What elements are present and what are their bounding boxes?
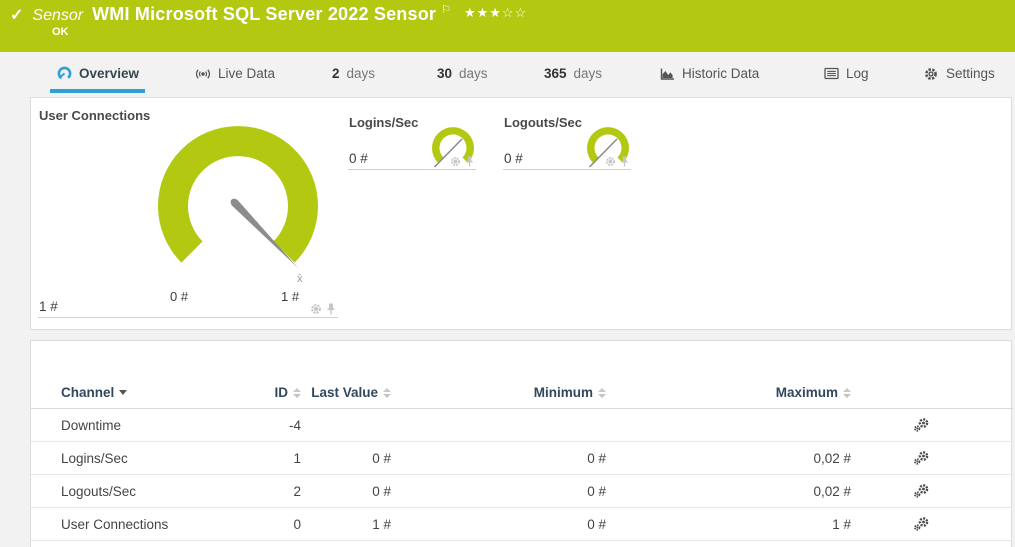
gauge-max-label: 1 # (281, 289, 299, 304)
gauge-logouts-sec[interactable]: Logouts/Sec 0 # (503, 113, 631, 170)
cell-maximum: 0,02 # (606, 484, 851, 499)
tab-live-data-label: Live Data (218, 66, 275, 81)
overview-gauges-panel: User Connections 0 # 1 # x̄ 1 # (30, 97, 1012, 330)
gauge-pin-icon[interactable] (620, 156, 629, 167)
tab-30-days[interactable]: 30 days (437, 52, 488, 95)
tab-historic-data[interactable]: Historic Data (659, 52, 759, 95)
tab-log-label: Log (846, 66, 869, 81)
column-header-minimum[interactable]: Minimum (391, 385, 606, 400)
table-row: Logins/Sec 1 0 # 0 # 0,02 # (31, 442, 1013, 475)
channel-settings-gears-icon[interactable] (913, 516, 930, 532)
channel-settings-gears-icon[interactable] (913, 450, 930, 466)
cell-last-value: 0 # (301, 484, 391, 499)
column-header-channel[interactable]: Channel (61, 385, 271, 400)
tab-365-days[interactable]: 365 days (544, 52, 602, 95)
tab-log[interactable]: Log (823, 52, 869, 95)
table-row: User Connections 0 1 # 0 # 1 # (31, 508, 1013, 541)
page-title: WMI Microsoft SQL Server 2022 Sensor (92, 4, 436, 25)
tab-30-days-number: 30 (437, 66, 452, 81)
gauge-logins-sec[interactable]: Logins/Sec 0 # (348, 113, 476, 170)
cell-minimum: 0 # (391, 517, 606, 532)
cell-minimum: 0 # (391, 451, 606, 466)
tab-historic-data-label: Historic Data (682, 66, 759, 81)
tab-live-data[interactable]: Live Data (195, 52, 275, 95)
cell-channel: Logins/Sec (61, 451, 271, 466)
gauge-settings-gear-icon[interactable] (450, 156, 461, 167)
gauge-icon (56, 66, 72, 81)
channels-table-panel: Channel ID Last Value Minimum Maximum (30, 340, 1012, 547)
sort-icon (843, 388, 851, 398)
sort-icon (293, 388, 301, 398)
gauge-user-connections[interactable]: User Connections 0 # 1 # x̄ 1 # (38, 106, 338, 318)
cell-last-value: 0 # (301, 451, 391, 466)
priority-stars[interactable]: ★★★☆☆ (464, 5, 527, 21)
flag-icon[interactable]: ⚐ (441, 3, 451, 16)
gauge-current-value: 0 # (504, 151, 523, 166)
tab-settings[interactable]: Settings (923, 52, 995, 95)
channel-settings-gears-icon[interactable] (913, 483, 930, 499)
tab-settings-label: Settings (946, 66, 995, 81)
sensor-header: ✓ Sensor WMI Microsoft SQL Server 2022 S… (0, 0, 1015, 52)
tab-2-days[interactable]: 2 days (332, 52, 375, 95)
sort-desc-icon (119, 390, 127, 395)
gauge-current-value: 1 # (39, 299, 58, 314)
cell-minimum: 0 # (391, 484, 606, 499)
table-row: Downtime -4 (31, 409, 1013, 442)
sort-icon (598, 388, 606, 398)
cell-last-value: 1 # (301, 517, 391, 532)
area-chart-icon (659, 66, 675, 81)
tab-bar: Overview Live Data 2 days 30 days 365 (0, 52, 1015, 97)
gauge-average-marker: x̄ (297, 273, 303, 285)
gauge-pin-icon[interactable] (465, 156, 474, 167)
gauge-settings-gear-icon[interactable] (605, 156, 616, 167)
log-list-icon (823, 66, 839, 81)
gauge-pin-icon[interactable] (326, 303, 336, 315)
table-row: Logouts/Sec 2 0 # 0 # 0,02 # (31, 475, 1013, 508)
tab-2-days-number: 2 (332, 66, 340, 81)
tab-365-days-number: 365 (544, 66, 567, 81)
table-header-row: Channel ID Last Value Minimum Maximum (31, 377, 1013, 409)
gauge-current-value: 0 # (349, 151, 368, 166)
status-badge: OK (52, 26, 69, 38)
cell-id: 1 (271, 451, 301, 466)
tab-overview[interactable]: Overview (56, 52, 139, 95)
status-ok-check-icon: ✓ (10, 5, 23, 25)
tab-365-days-unit: days (574, 66, 603, 81)
column-header-maximum[interactable]: Maximum (606, 385, 851, 400)
cell-channel: Downtime (61, 418, 271, 433)
cell-channel: User Connections (61, 517, 271, 532)
tab-overview-label: Overview (79, 66, 139, 81)
gauge-min-label: 0 # (170, 289, 188, 304)
object-kind-label: Sensor (32, 7, 83, 25)
cell-maximum: 1 # (606, 517, 851, 532)
tab-30-days-unit: days (459, 66, 488, 81)
prtg-sensor-page: ✓ Sensor WMI Microsoft SQL Server 2022 S… (0, 0, 1015, 547)
broadcast-icon (195, 66, 211, 81)
cell-maximum: 0,02 # (606, 451, 851, 466)
channel-settings-gears-icon[interactable] (913, 417, 930, 433)
channels-table: Channel ID Last Value Minimum Maximum (31, 377, 1013, 541)
cell-id: 0 (271, 517, 301, 532)
cell-id: -4 (271, 418, 301, 433)
sort-icon (383, 388, 391, 398)
tab-2-days-unit: days (347, 66, 376, 81)
gauge-arc (38, 106, 338, 318)
cell-channel: Logouts/Sec (61, 484, 271, 499)
gear-icon (923, 66, 939, 81)
column-header-id[interactable]: ID (271, 385, 301, 400)
cell-id: 2 (271, 484, 301, 499)
gauge-settings-gear-icon[interactable] (310, 303, 322, 315)
column-header-last-value[interactable]: Last Value (301, 385, 391, 400)
